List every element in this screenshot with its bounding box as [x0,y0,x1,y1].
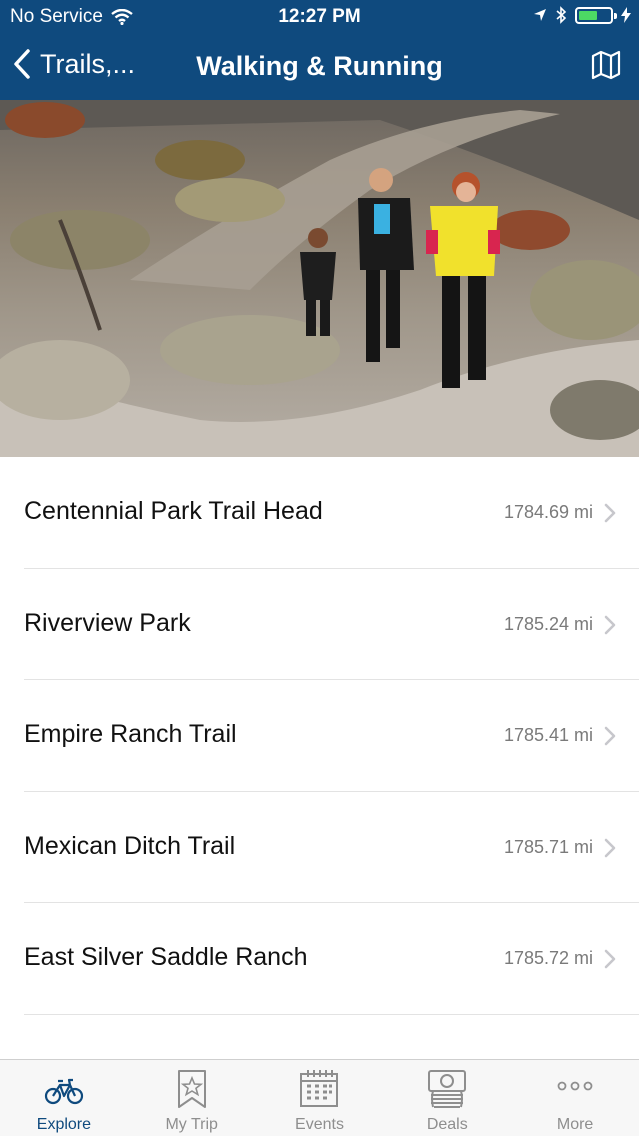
chevron-left-icon [14,49,30,79]
tab-my-trip[interactable]: My Trip [128,1060,256,1136]
trail-name: Centennial Park Trail Head [24,497,323,525]
trail-name: Mexican Ditch Trail [24,831,236,860]
bookmark-star-icon [171,1068,213,1110]
chevron-right-icon [604,503,616,523]
tab-explore[interactable]: Explore [0,1060,128,1136]
tab-deals[interactable]: Deals [383,1060,511,1136]
trail-distance: 1785.72 mi [503,948,593,969]
row-divider [24,1013,639,1015]
trail-row[interactable]: Centennial Park Trail Head 1784.69 mi [0,457,639,569]
chevron-right-icon [604,615,616,634]
calendar-icon [298,1068,340,1110]
chevron-right-icon [604,726,616,746]
back-button[interactable]: Trails,... [12,48,135,80]
trail-list: Centennial Park Trail Head 1784.69 mi Rive… [0,457,639,1015]
status-bar: No Service 12:27 PM [0,0,639,32]
battery-icon [575,6,617,24]
trail-distance: 1785.41 mi [503,725,593,746]
tab-bar: Explore My Trip Events Deals More [0,1059,639,1136]
more-dots-icon [554,1068,596,1110]
trail-row[interactable]: Riverview Park 1785.24 mi [0,569,639,681]
chevron-right-icon [604,838,616,858]
map-icon[interactable] [591,50,621,80]
tab-label: Events [295,1116,344,1133]
trail-distance: 1785.71 mi [503,836,593,857]
tab-label: My Trip [165,1116,218,1133]
trail-row[interactable]: East Silver Saddle Ranch 1785.72 mi [0,903,639,1015]
tab-label: Deals [426,1116,468,1133]
trail-name: Riverview Park [24,608,191,637]
trail-name: East Silver Saddle Ranch [24,943,308,972]
trail-distance: 1784.69 mi [503,502,593,522]
trail-row[interactable]: Mexican Ditch Trail 1785.71 mi [0,792,639,904]
location-arrow-icon [534,9,546,21]
trail-row[interactable]: Empire Ranch Trail 1785.41 mi [0,680,639,792]
bluetooth-icon [556,6,567,24]
chevron-right-icon [604,950,616,969]
trail-distance: 1785.24 mi [503,613,593,634]
tab-label: More [556,1116,594,1133]
header-bar: No Service 12:27 PM Trails,... Walking &… [0,0,639,100]
tab-more[interactable]: More [511,1060,639,1136]
money-icon [426,1068,468,1110]
navigation-bar: Trails,... Walking & Running [0,32,639,100]
back-button-label: Trails,... [40,48,136,79]
trail-name: Empire Ranch Trail [24,720,237,749]
tab-label: Explore [36,1116,92,1133]
bicycle-icon [43,1068,85,1110]
tab-events[interactable]: Events [256,1060,384,1136]
charging-bolt-icon [621,7,631,23]
hero-photo [0,100,639,457]
